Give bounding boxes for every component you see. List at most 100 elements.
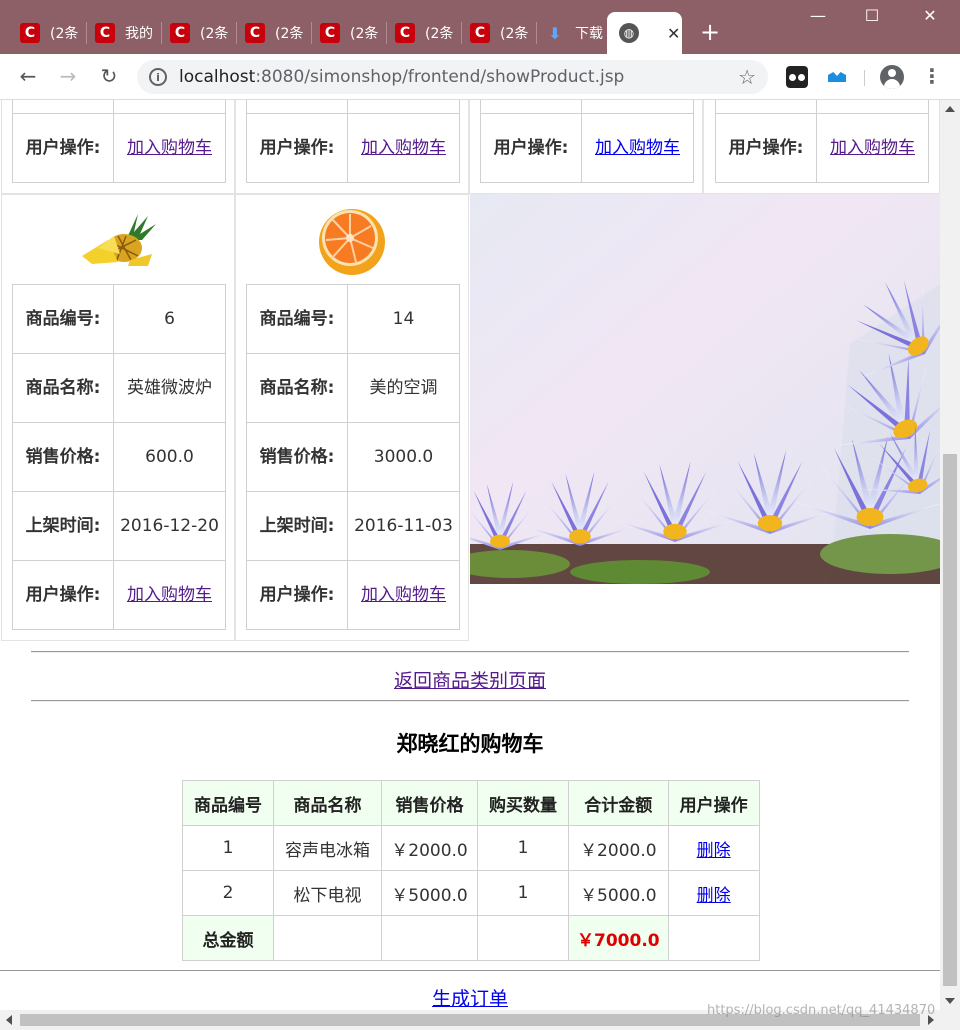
new-tab-button[interactable]: + <box>696 18 724 46</box>
column-header: 购买数量 <box>477 780 569 826</box>
browser-tab[interactable]: C (2条 <box>162 12 237 54</box>
csdn-icon: C <box>320 23 340 43</box>
reload-icon[interactable]: ↻ <box>95 64 123 88</box>
generate-order-link[interactable]: 生成订单 <box>432 988 508 1010</box>
tab-title: (2条 <box>350 26 379 42</box>
cart-item-id: 1 <box>182 825 274 871</box>
add-to-cart-link[interactable]: 加入购物车 <box>830 138 915 158</box>
product-price-label: 销售价格: <box>246 422 348 492</box>
back-arrow-icon[interactable]: ← <box>14 64 42 88</box>
product-table: 商品编号: 14 商品名称: 美的空调 销售价格: 3000.0 上架时间: 2… <box>246 284 460 630</box>
cart-row: 2 松下电视 ￥5000.0 1 ￥5000.0 删除 <box>182 870 760 916</box>
product-table: 用户操作: 加入购物车 <box>480 100 694 183</box>
toolbar-divider <box>864 70 865 86</box>
forward-arrow-icon[interactable]: → <box>54 64 82 88</box>
cart-row: 1 容声电冰箱 ￥2000.0 1 ￥2000.0 删除 <box>182 825 760 871</box>
scrollbar-thumb[interactable] <box>943 454 957 986</box>
product-name-label: 商品名称: <box>12 353 114 423</box>
browser-tab[interactable]: ⬇ 下载 <box>537 12 607 54</box>
tab-title: (2条 <box>200 26 229 42</box>
divider <box>0 970 940 971</box>
close-window-button[interactable]: ✕ <box>910 6 950 25</box>
add-to-cart-link[interactable]: 加入购物车 <box>361 138 446 158</box>
cart-item-subtotal: ￥5000.0 <box>568 870 669 916</box>
cart-item-name: 容声电冰箱 <box>273 825 382 871</box>
cart-total-row: 总金额 ￥7000.0 <box>182 915 760 961</box>
total-amount: ￥7000.0 <box>568 915 669 961</box>
column-header: 用户操作 <box>667 780 760 826</box>
url-host: localhost <box>179 67 256 87</box>
cart-item-name: 松下电视 <box>273 870 382 916</box>
add-to-cart-link[interactable]: 加入购物车 <box>361 585 446 605</box>
product-date-label: 上架时间: <box>246 491 348 561</box>
delete-link[interactable]: 删除 <box>697 886 731 906</box>
profile-avatar-icon[interactable] <box>880 65 904 89</box>
column-header: 销售价格 <box>381 780 478 826</box>
product-name-label: 商品名称: <box>246 353 348 423</box>
minimize-button[interactable]: — <box>798 6 838 25</box>
product-id-label: 商品编号: <box>246 284 348 354</box>
scroll-up-arrow-icon[interactable] <box>945 106 955 112</box>
info-icon[interactable]: i <box>149 68 167 86</box>
vertical-scrollbar[interactable] <box>940 100 960 1010</box>
column-header: 商品编号 <box>182 780 274 826</box>
column-header: 合计金额 <box>568 780 669 826</box>
product-table: 用户操作: 加入购物车 <box>246 100 460 183</box>
divider <box>31 651 909 653</box>
csdn-icon: C <box>20 23 40 43</box>
browser-tab[interactable]: C (2条 <box>387 12 462 54</box>
product-id: 14 <box>347 284 460 354</box>
tab-title: (2条 <box>275 26 304 42</box>
action-label: 用户操作: <box>715 113 817 183</box>
back-link-row: 返回商品类别页面 <box>0 666 940 693</box>
divider <box>31 700 909 702</box>
scroll-down-arrow-icon[interactable] <box>945 998 955 1004</box>
tab-title: (2条 <box>50 26 79 42</box>
cart-item-qty: 1 <box>477 825 569 871</box>
tab-title: (2条 <box>425 26 454 42</box>
browser-tab[interactable]: C (2条 <box>462 12 537 54</box>
maximize-button[interactable]: ☐ <box>852 6 892 25</box>
csdn-icon: C <box>245 23 265 43</box>
page-content: 用户操作: 加入购物车 用户操作: 加入购物车 用户操作: 加入购物车 用户操作… <box>0 100 940 1010</box>
cart-header-row: 商品编号 商品名称 销售价格 购买数量 合计金额 用户操作 <box>182 780 760 826</box>
cart-item-price: ￥2000.0 <box>381 825 478 871</box>
cart-item-subtotal: ￥2000.0 <box>568 825 669 871</box>
scroll-left-arrow-icon[interactable] <box>6 1015 12 1025</box>
action-label: 用户操作: <box>246 113 348 183</box>
tab-title: 我的 <box>125 26 153 42</box>
browser-tab[interactable]: C (2条 <box>312 12 387 54</box>
address-bar[interactable]: i localhost:8080/simonshop/frontend/show… <box>137 60 768 94</box>
bookmark-star-icon[interactable]: ☆ <box>738 65 756 89</box>
tab-title: 下载 <box>575 26 603 42</box>
product-table: 商品编号: 6 商品名称: 英雄微波炉 销售价格: 600.0 上架时间: 20… <box>12 284 226 630</box>
delete-link[interactable]: 删除 <box>697 841 731 861</box>
product-id: 6 <box>113 284 226 354</box>
browser-menu-icon[interactable]: ⋮ <box>922 64 942 88</box>
extension-icon[interactable] <box>786 66 808 88</box>
product-table: 用户操作: 加入购物车 <box>12 100 226 183</box>
csdn-icon: C <box>95 23 115 43</box>
browser-tab[interactable]: C (2条 <box>237 12 312 54</box>
browser-toolbar: ← → ↻ i localhost:8080/simonshop/fronten… <box>0 54 960 100</box>
cart-table: 商品编号 商品名称 销售价格 购买数量 合计金额 用户操作 1 容声电冰箱 ￥2… <box>182 780 760 961</box>
product-date-label: 上架时间: <box>12 491 114 561</box>
browser-tab[interactable]: C 我的 <box>87 12 162 54</box>
tab-title: (2条 <box>500 26 529 42</box>
active-browser-tab[interactable]: ◍ ✕ <box>607 12 682 54</box>
action-label: 用户操作: <box>12 113 114 183</box>
browser-tab[interactable]: C (2条 <box>12 12 87 54</box>
add-to-cart-link[interactable]: 加入购物车 <box>127 138 212 158</box>
close-tab-icon[interactable]: ✕ <box>667 24 680 43</box>
csdn-icon: C <box>395 23 415 43</box>
download-icon: ⬇ <box>548 23 562 43</box>
product-price: 600.0 <box>113 422 226 492</box>
action-label: 用户操作: <box>480 113 582 183</box>
back-to-category-link[interactable]: 返回商品类别页面 <box>394 670 546 692</box>
extension-icon[interactable] <box>826 66 848 88</box>
product-name: 英雄微波炉 <box>113 353 226 423</box>
add-to-cart-link[interactable]: 加入购物车 <box>595 138 680 158</box>
add-to-cart-link[interactable]: 加入购物车 <box>127 585 212 605</box>
lotus-banner-image <box>470 194 940 584</box>
column-header: 商品名称 <box>273 780 382 826</box>
